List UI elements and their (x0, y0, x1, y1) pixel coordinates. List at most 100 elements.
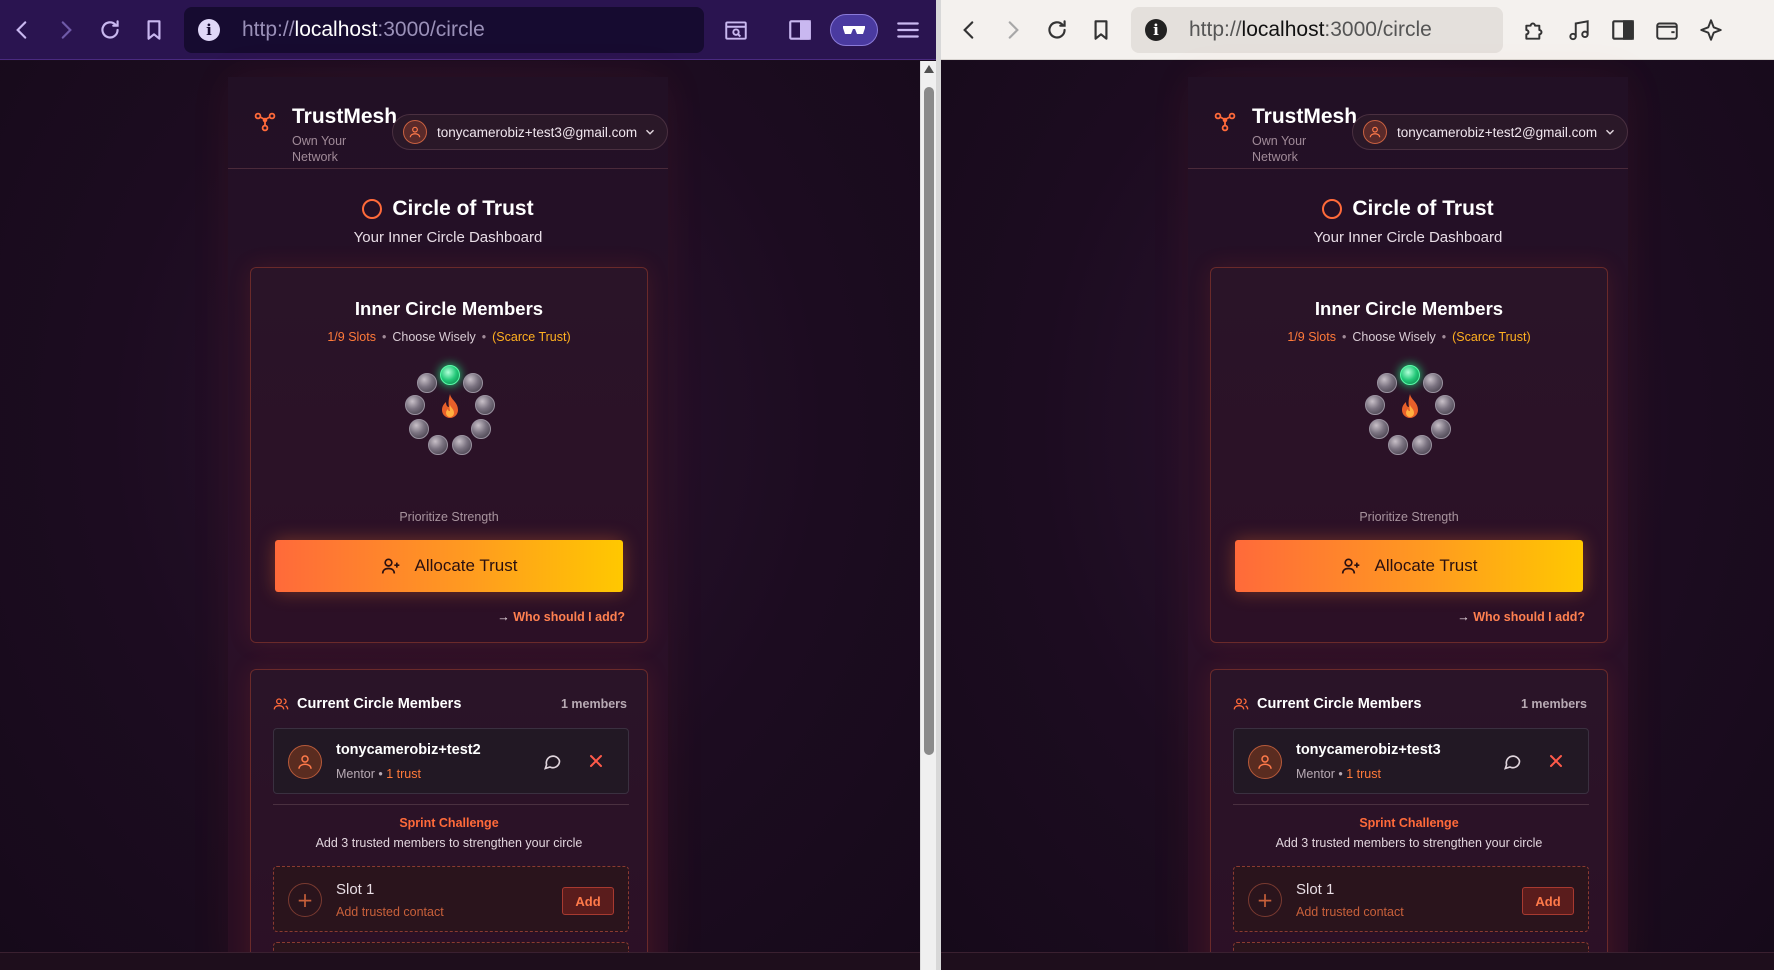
forward-button[interactable] (44, 8, 88, 52)
empty-slot[interactable]: + Slot 1 Add trusted contact Add (1233, 866, 1589, 932)
empty-slot[interactable]: + Slot 1 Add trusted contact Add (273, 866, 629, 932)
scroll-thumb[interactable] (924, 87, 934, 755)
scrollbar[interactable] (920, 61, 936, 970)
member-trust: 1 trust (386, 767, 421, 781)
divider (273, 804, 629, 805)
empty-slot-orb (471, 419, 492, 439)
empty-slot-orb (1368, 419, 1389, 439)
members-count: 1 members (1520, 697, 1587, 711)
member-row[interactable]: tonycamerobiz+test2 Mentor • 1 trust (273, 728, 629, 794)
users-icon (273, 698, 289, 710)
empty-slot-orb (463, 373, 484, 394)
users-icon (1233, 698, 1249, 710)
flame-icon (442, 394, 458, 418)
wallet-button[interactable] (1645, 8, 1689, 52)
filled-slot-orb (440, 365, 460, 385)
choose-wisely: Choose Wisely (1352, 330, 1436, 344)
sidebar-icon (1612, 19, 1634, 40)
account-menu[interactable]: tonycamerobiz+test3@gmail.com (392, 114, 668, 150)
who-should-i-add-link[interactable]: Who should I add? (1473, 610, 1585, 624)
empty-slot-orb (404, 394, 425, 415)
sprint-challenge-title: Sprint Challenge (399, 816, 499, 830)
current-members-card: Current Circle Members 1 members tonycam… (250, 669, 648, 970)
app-header: TrustMesh Own Your Network tonycamerobiz… (228, 77, 668, 169)
bookmark-button[interactable] (132, 8, 176, 52)
member-row[interactable]: tonycamerobiz+test3 Mentor • 1 trust (1233, 728, 1589, 794)
brand-tagline: Own Your Network (292, 134, 347, 164)
separator-dot: • (381, 330, 387, 344)
info-icon[interactable]: i (198, 18, 220, 41)
empty-slot-orb (1387, 434, 1408, 455)
choose-wisely: Choose Wisely (392, 330, 476, 344)
avatar (1363, 120, 1387, 144)
forward-button[interactable] (991, 8, 1035, 52)
empty-slot-orb (1423, 373, 1444, 394)
current-members-title: Current Circle Members (297, 696, 462, 712)
address-bar[interactable]: i http://localhost:3000/circle (184, 6, 704, 53)
slots-count: 1/9 Slots (1287, 330, 1336, 344)
reload-button[interactable] (1035, 8, 1079, 52)
bookmark-button[interactable] (1079, 8, 1123, 52)
browser-window-right: i http://localhost:3000/circle TrustMesh… (941, 0, 1774, 970)
scroll-up-arrow[interactable] (924, 65, 934, 73)
extensions-icon (1525, 22, 1543, 40)
allocate-trust-button[interactable]: Allocate Trust (275, 540, 623, 592)
page-title: Circle of Trust (1352, 197, 1494, 220)
empty-slot-orb (452, 434, 473, 455)
empty-slot-orb (1364, 394, 1385, 415)
sprint-challenge-desc: Add 3 trusted members to strengthen your… (1275, 836, 1543, 850)
chat-icon[interactable] (1502, 751, 1522, 771)
app-header: TrustMesh Own Your Network tonycamerobiz… (1188, 77, 1628, 169)
reload-button[interactable] (88, 8, 132, 52)
address-bar[interactable]: i http://localhost:3000/circle (1131, 6, 1503, 53)
bookmark-icon (147, 19, 161, 40)
member-name: tonycamerobiz+test2 (336, 742, 481, 758)
empty-slot-orb (1431, 419, 1452, 439)
info-icon[interactable]: i (1145, 18, 1167, 41)
separator-dot: • (1341, 330, 1347, 344)
ai-assistant-button[interactable] (1689, 8, 1733, 52)
extensions-button[interactable] (1513, 8, 1557, 52)
allocate-trust-label: Allocate Trust (1374, 556, 1478, 575)
page-subtitle: Your Inner Circle Dashboard (1313, 229, 1503, 246)
add-button[interactable]: Add (1522, 887, 1574, 915)
chat-icon[interactable] (542, 751, 562, 771)
privacy-glasses-button[interactable] (830, 13, 878, 46)
current-members-header: Current Circle Members 1 members (1233, 696, 1587, 712)
arrow: → (497, 610, 510, 624)
scarce-trust: (Scarce Trust) (492, 330, 571, 344)
close-icon[interactable] (1546, 751, 1566, 771)
bookmark-icon (1094, 19, 1108, 40)
sidebar-toggle-button[interactable] (778, 8, 822, 52)
user-icon (1369, 126, 1381, 138)
search-page-button[interactable] (714, 8, 758, 52)
media-button[interactable] (1557, 8, 1601, 52)
close-icon[interactable] (586, 751, 606, 771)
search-page-icon (725, 20, 747, 40)
current-members-header: Current Circle Members 1 members (273, 696, 627, 712)
url-protocol: http:// (242, 17, 295, 41)
allocate-trust-button[interactable]: Allocate Trust (1235, 540, 1583, 592)
back-icon (963, 20, 974, 39)
back-button[interactable] (0, 8, 44, 52)
bottom-nav (941, 952, 1774, 970)
add-button[interactable]: Add (562, 887, 614, 915)
menu-icon (897, 21, 919, 38)
reload-icon (101, 19, 119, 39)
sidebar-toggle-button[interactable] (1601, 8, 1645, 52)
menu-button[interactable] (886, 8, 930, 52)
browser-toolbar: i http://localhost:3000/circle (941, 0, 1774, 60)
allocate-trust-label: Allocate Trust (414, 556, 518, 575)
sidebar-icon (789, 19, 811, 40)
inner-circle-card: Inner Circle Members 1/9 Slots • Choose Wi… (1210, 267, 1608, 643)
page-title: Circle of Trust (392, 197, 534, 220)
back-button[interactable] (947, 8, 991, 52)
who-should-i-add-link[interactable]: Who should I add? (513, 610, 625, 624)
slots-count: 1/9 Slots (327, 330, 376, 344)
account-menu[interactable]: tonycamerobiz+test2@gmail.com (1352, 114, 1628, 150)
url-host: localhost (1241, 17, 1325, 41)
reload-icon (1048, 19, 1066, 39)
separator-dot: • (481, 330, 487, 344)
bottom-nav (0, 952, 936, 970)
page-title-row: Circle of Trust (228, 197, 668, 221)
